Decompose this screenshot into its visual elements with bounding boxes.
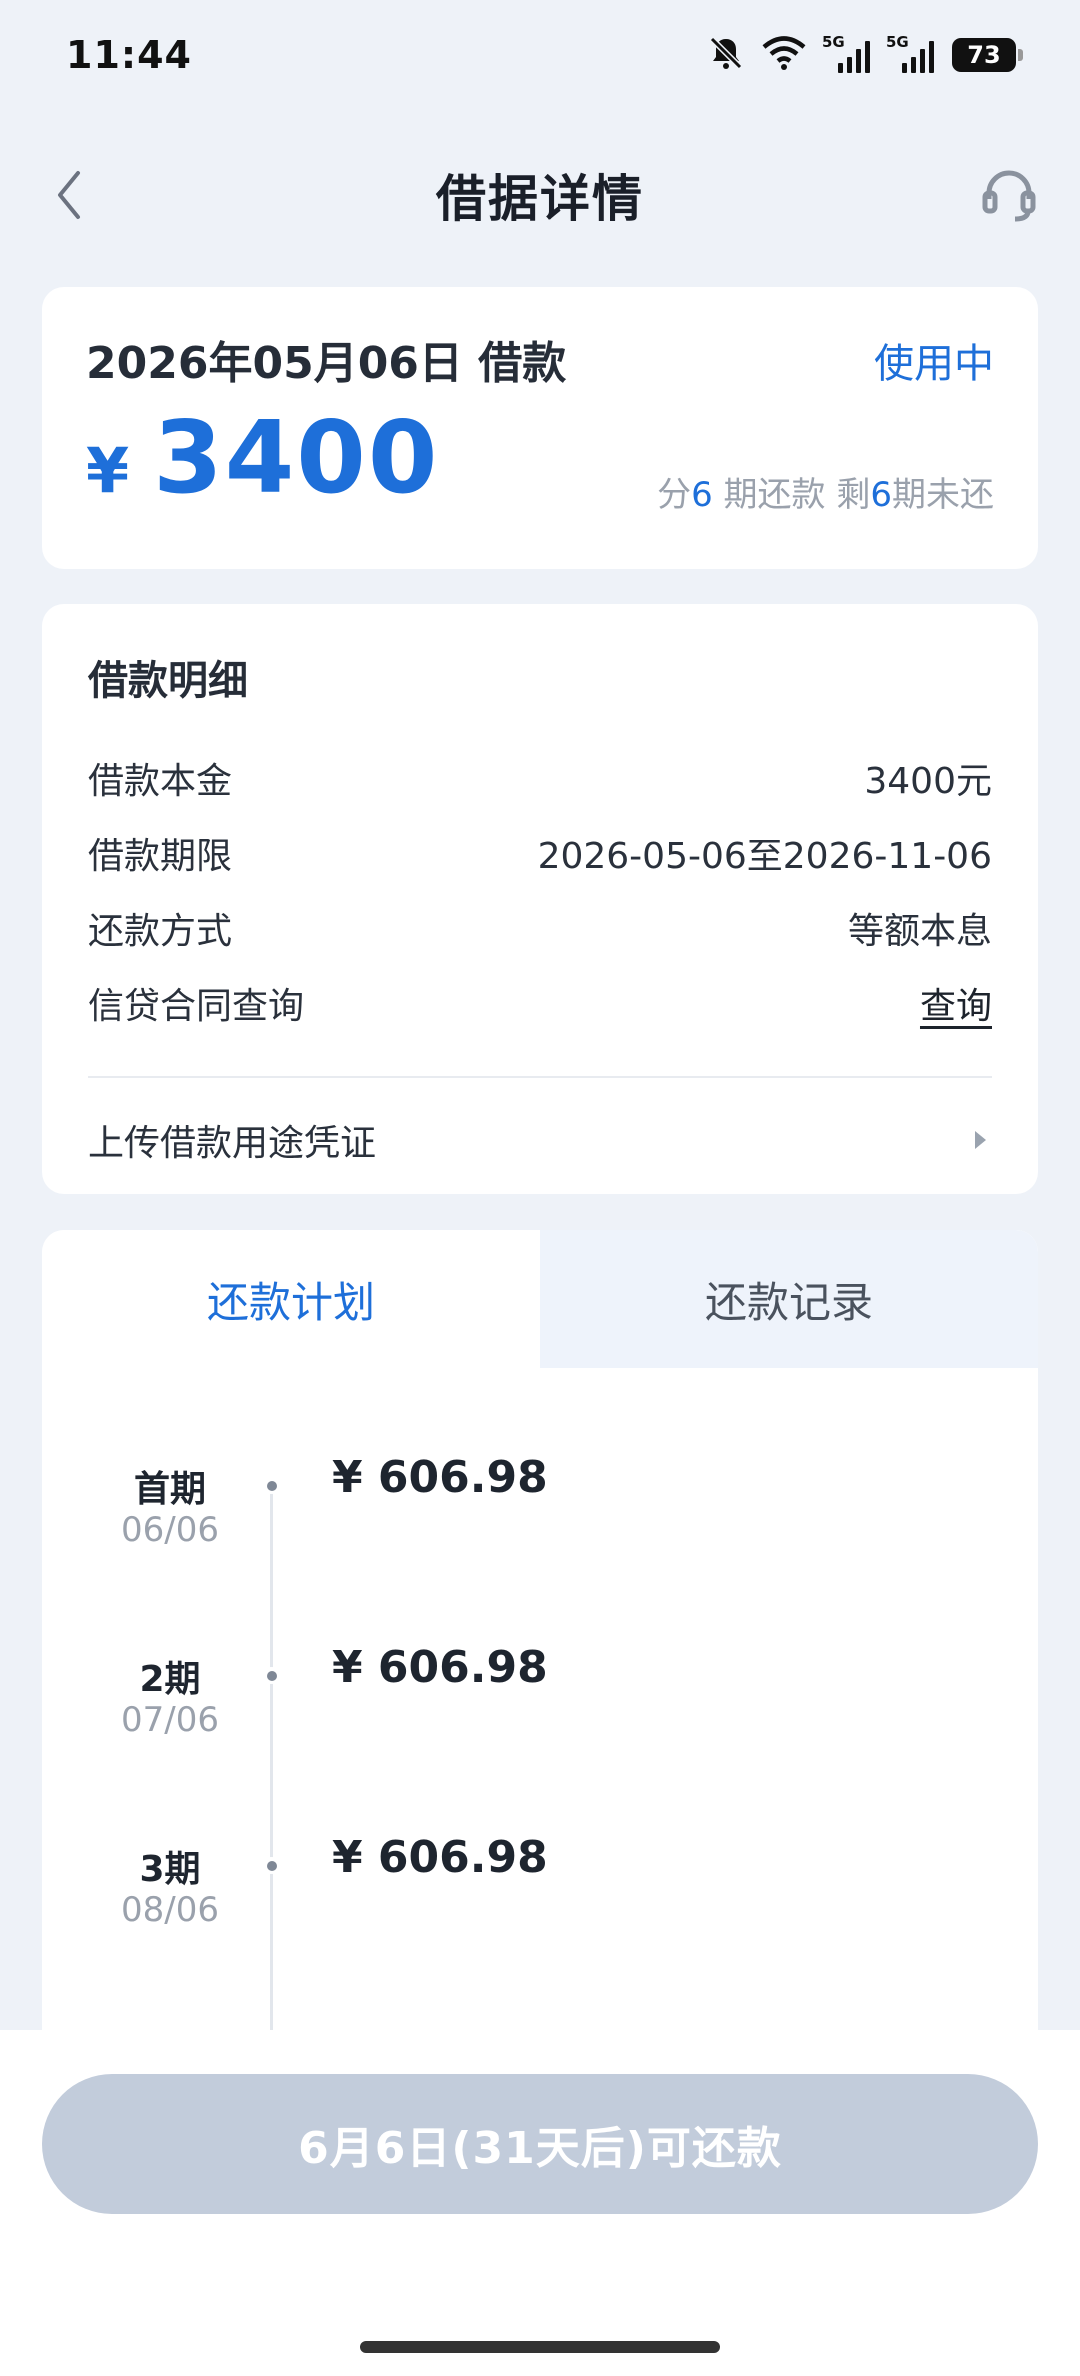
installments-total: 6 (691, 475, 713, 515)
wifi-icon (762, 36, 806, 74)
tab-repayment-records[interactable]: 还款记录 (540, 1230, 1038, 1368)
detail-row-contract: 信贷合同查询 查询 (88, 975, 992, 1031)
period-label: 首期 (133, 1469, 206, 1510)
divider (88, 1076, 992, 1078)
period-amount: ¥ 606.98 (332, 1642, 548, 1693)
period-amount: ¥ 606.98 (332, 1832, 548, 1883)
upload-proof-row[interactable]: 上传借款用途凭证 (88, 1112, 992, 1168)
period-date: 06/06 (121, 1510, 219, 1550)
page-title: 借据详情 (436, 170, 644, 228)
installment-summary: 分6 期还款 剩6期未还 (657, 467, 994, 516)
period-date: 08/06 (121, 1890, 219, 1930)
section-title: 借款明细 (88, 658, 248, 704)
installments-mid: 期还款 剩 (712, 475, 871, 515)
bottom-bar: 6月6日(31天后)可还款 (0, 2030, 1080, 2376)
period-amount: ¥ 606.98 (332, 1452, 548, 1503)
timeline-dot (263, 1857, 280, 1874)
row-value: 3400元 (864, 761, 992, 802)
currency-symbol: ¥ (86, 434, 130, 507)
status-time: 11:44 (66, 33, 192, 77)
tab-repayment-plan[interactable]: 还款计划 (42, 1230, 540, 1368)
home-indicator[interactable] (360, 2341, 720, 2353)
customer-service-button[interactable] (974, 160, 1044, 230)
row-label: 借款期限 (88, 836, 233, 877)
timeline-item: 3期 08/06 ¥ 606.98 (42, 1832, 1038, 1960)
row-value: 等额本息 (847, 911, 992, 952)
installments-left: 6 (870, 475, 892, 515)
chevron-right-icon (975, 1131, 986, 1149)
contract-query-link[interactable]: 查询 (920, 977, 992, 1029)
detail-row-principal: 借款本金 3400元 (88, 750, 992, 806)
headset-icon (982, 170, 1036, 222)
chevron-left-icon (58, 171, 80, 219)
row-label: 信贷合同查询 (88, 986, 305, 1027)
timeline-item: 2期 07/06 ¥ 606.98 (42, 1642, 1038, 1770)
detail-row-term: 借款期限 2026-05-06至2026-11-06 (88, 825, 992, 881)
tab-bar: 还款计划 还款记录 (42, 1230, 1038, 1368)
bell-muted-icon (708, 35, 744, 75)
network-type-label: 5G (822, 33, 845, 51)
status-bar: 11:44 5G 5G 73 (0, 0, 1080, 110)
signal-icon: 5G (886, 33, 934, 73)
repayment-card: 还款计划 还款记录 首期 06/06 ¥ 606.98 2期 07/06 ¥ 6… (42, 1230, 1038, 2130)
timeline-dot (263, 1667, 280, 1684)
period-date: 07/06 (121, 1700, 219, 1740)
timeline-item: 首期 06/06 ¥ 606.98 (42, 1452, 1038, 1580)
installments-suffix: 期未还 (892, 475, 994, 515)
timeline-dot (263, 1477, 280, 1494)
nav-bar: 借据详情 (0, 140, 1080, 250)
detail-row-method: 还款方式 等额本息 (88, 900, 992, 956)
loan-amount: ¥ 3400 (86, 399, 439, 516)
row-label: 还款方式 (88, 911, 233, 952)
period-label: 2期 (139, 1659, 201, 1700)
period-label: 3期 (139, 1849, 201, 1890)
loan-detail-card: 借款明细 借款本金 3400元 借款期限 2026-05-06至2026-11-… (42, 604, 1038, 1194)
status-icons: 5G 5G 73 (708, 33, 1023, 75)
row-value: 2026-05-06至2026-11-06 (537, 836, 992, 877)
installments-prefix: 分 (657, 475, 692, 515)
back-button[interactable] (40, 165, 100, 225)
status-badge: 使用中 (874, 341, 994, 387)
loan-date: 2026年05月06日 借款 (86, 338, 567, 389)
row-label: 借款本金 (88, 761, 233, 802)
amount-value: 3400 (153, 399, 440, 516)
upload-proof-label: 上传借款用途凭证 (88, 1123, 377, 1164)
signal-icon: 5G (822, 33, 870, 73)
network-type-label: 5G (886, 33, 909, 51)
battery-icon: 73 (952, 38, 1023, 72)
loan-summary-card: 2026年05月06日 借款 使用中 ¥ 3400 分6 期还款 剩6期未还 (42, 287, 1038, 569)
repay-button[interactable]: 6月6日(31天后)可还款 (42, 2074, 1038, 2214)
